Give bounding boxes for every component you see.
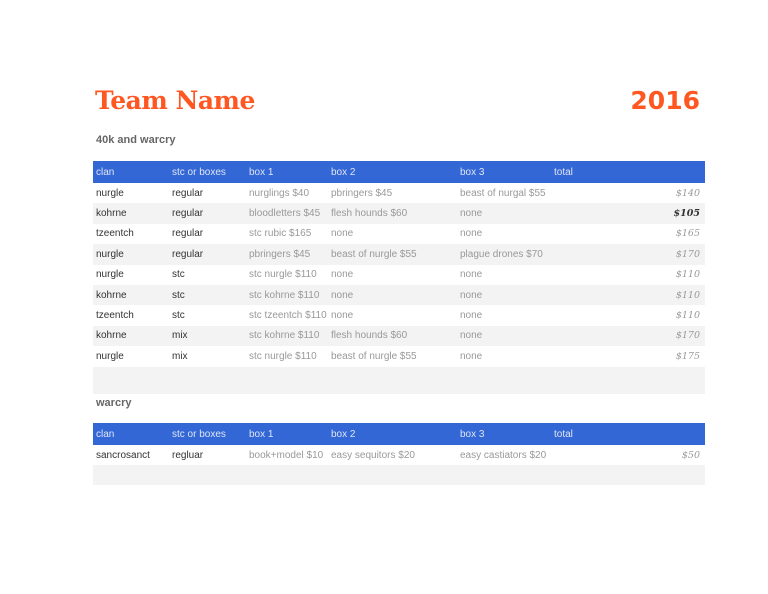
cell-stc-or-boxes: regular: [172, 187, 204, 199]
cell-box-2: pbringers $45: [331, 187, 393, 199]
cell-box-1: book+model $10: [249, 449, 324, 461]
table-warcry: clan stc or boxes box 1 box 2 box 3 total sanc…: [93, 423, 705, 486]
table-row: nurgle stc stc nurgle $110 none none $110: [93, 265, 705, 285]
cell-stc-or-boxes: regluar: [172, 449, 204, 461]
empty-row: [93, 465, 705, 486]
cell-box-1: stc nurgle $110: [249, 269, 317, 281]
cell-box-3: none: [457, 203, 551, 224]
cell-clan: kohrne: [93, 284, 169, 306]
cell-box-2: flesh hounds $60: [328, 325, 457, 347]
cell-box-2: none: [331, 228, 354, 240]
cell-stc-or-boxes: stc: [172, 310, 185, 322]
cell-box-3: none: [457, 325, 551, 347]
cell-box-1: stc tzeentch $110: [249, 310, 327, 322]
year-title: 2016: [630, 86, 700, 115]
cell-box-3: beast of nurgal $55: [460, 187, 546, 199]
cell-box-1: bloodletters $45: [246, 203, 328, 224]
table-40k: clan stc or boxes box 1 box 2 box 3 total nurg…: [93, 161, 705, 394]
cell-stc-or-boxes: regular: [172, 228, 204, 240]
cell-box-1: stc nurgle $110: [249, 350, 317, 362]
column-header: total: [551, 161, 705, 183]
cell-stc-or-boxes: mix: [169, 325, 246, 347]
cell-clan: sancrosanct: [96, 449, 150, 461]
cell-clan: kohrne: [93, 203, 169, 224]
cell-stc-or-boxes: stc: [172, 269, 185, 281]
table-row: tzeentch stc stc tzeentch $110 none none $110: [93, 305, 705, 325]
table-row: nurgle mix stc nurgle $110 beast of nurgle …: [93, 346, 705, 366]
column-header: box 2: [328, 161, 457, 183]
section-title-warcry: warcry: [96, 397, 132, 409]
table-header-row: clan stc or boxes box 1 box 2 box 3 total: [93, 161, 705, 183]
cell-box-1: stc kohrne $110: [246, 284, 328, 306]
cell-total: $105: [551, 203, 705, 224]
table-row: nurgle regular pbringers $45 beast of nurgl…: [93, 244, 705, 265]
table-row: kohrne stc stc kohrne $110 none none $110: [93, 284, 705, 306]
cell-box-3: none: [460, 350, 483, 362]
cell-stc-or-boxes: stc: [169, 284, 246, 306]
cell-total: $165: [675, 228, 700, 240]
cell-box-3: plague drones $70: [457, 244, 551, 265]
cell-total: $175: [675, 350, 700, 362]
table-row: sancrosanct regluar book+model $10 easy seq…: [93, 445, 705, 465]
column-header: clan: [93, 423, 169, 445]
cell-total: $110: [675, 310, 700, 322]
cell-box-2: beast of nurgle $55: [331, 350, 417, 362]
column-header: stc or boxes: [169, 161, 246, 183]
table-header-row: clan stc or boxes box 1 box 2 box 3 total: [93, 423, 705, 445]
cell-clan: tzeentch: [96, 228, 134, 240]
cell-total: $140: [675, 187, 700, 199]
cell-box-2: none: [331, 269, 354, 281]
cell-total: $110: [551, 284, 705, 306]
column-header: box 1: [246, 423, 328, 445]
cell-box-3: none: [457, 284, 551, 306]
cell-box-1: stc rubic $165: [249, 228, 312, 240]
table-row: tzeentch regular stc rubic $165 none none $16…: [93, 224, 705, 244]
empty-cell: [93, 465, 705, 486]
cell-box-3: none: [460, 310, 483, 322]
column-header: box 1: [246, 161, 328, 183]
cell-box-3: easy castiators $20: [460, 449, 547, 461]
cell-box-2: none: [331, 310, 354, 322]
cell-clan: nurgle: [96, 187, 124, 199]
cell-box-2: flesh hounds $60: [328, 203, 457, 224]
cell-clan: nurgle: [96, 350, 124, 362]
column-header: clan: [93, 161, 169, 183]
cell-clan: nurgle: [93, 244, 169, 265]
table-row: kohrne mix stc kohrne $110 flesh hounds $60…: [93, 325, 705, 347]
cell-box-1: stc kohrne $110: [246, 325, 328, 347]
cell-clan: nurgle: [96, 269, 124, 281]
cell-total: $50: [681, 449, 700, 461]
cell-box-3: none: [460, 228, 483, 240]
section-title-40k: 40k and warcry: [96, 134, 176, 146]
cell-clan: kohrne: [93, 325, 169, 347]
cell-stc-or-boxes: regular: [169, 203, 246, 224]
team-name-title: Team Name: [95, 86, 255, 115]
empty-cell: [93, 366, 705, 394]
cell-box-1: nurglings $40: [249, 187, 310, 199]
table-row: kohrne regular bloodletters $45 flesh hound…: [93, 203, 705, 224]
empty-row: [93, 366, 705, 394]
column-header: box 2: [328, 423, 457, 445]
column-header: stc or boxes: [169, 423, 246, 445]
column-header: box 3: [457, 423, 551, 445]
cell-box-3: none: [460, 269, 483, 281]
cell-box-1: pbringers $45: [246, 244, 328, 265]
cell-clan: tzeentch: [96, 310, 134, 322]
cell-box-2: easy sequitors $20: [331, 449, 415, 461]
column-header: box 3: [457, 161, 551, 183]
cell-total: $110: [675, 269, 700, 281]
cell-total: $170: [551, 244, 705, 265]
cell-stc-or-boxes: regular: [169, 244, 246, 265]
cell-box-2: beast of nurgle $55: [328, 244, 457, 265]
cell-stc-or-boxes: mix: [172, 350, 188, 362]
column-header: total: [551, 423, 705, 445]
cell-total: $170: [551, 325, 705, 347]
cell-box-2: none: [328, 284, 457, 306]
table-row: nurgle regular nurglings $40 pbringers $45 b…: [93, 183, 705, 203]
